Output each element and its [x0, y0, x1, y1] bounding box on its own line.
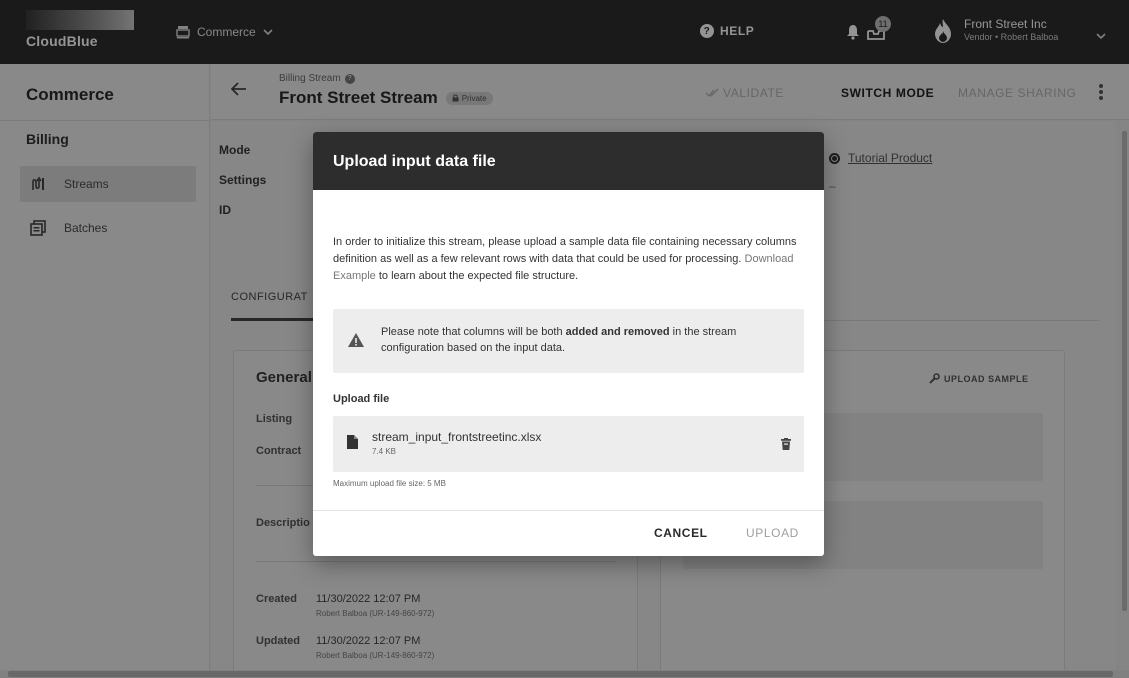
- warning-note: Please note that columns will be both ad…: [333, 309, 804, 373]
- dialog-header: Upload input data file: [313, 132, 824, 190]
- note-text: Please note that columns will be both: [381, 326, 566, 338]
- dialog-footer: CANCEL UPLOAD: [313, 510, 824, 556]
- file-name: stream_input_frontstreetinc.xlsx: [372, 430, 542, 444]
- warning-text: Please note that columns will be both ad…: [381, 324, 781, 356]
- file-size: 7.4 KB: [372, 447, 397, 456]
- dialog-intro: In order to initialize this stream, plea…: [333, 234, 805, 285]
- upload-button[interactable]: UPLOAD: [746, 526, 799, 540]
- delete-icon[interactable]: [781, 437, 791, 455]
- file-icon: [346, 434, 359, 455]
- warning-icon: [347, 332, 365, 353]
- selected-file: stream_input_frontstreetinc.xlsx 7.4 KB: [333, 416, 804, 472]
- upload-file-label: Upload file: [333, 393, 390, 405]
- intro-text: In order to initialize this stream, plea…: [333, 236, 797, 265]
- note-bold-text: added and removed: [565, 326, 670, 338]
- cancel-button[interactable]: CANCEL: [654, 526, 708, 540]
- dialog-title: Upload input data file: [333, 153, 496, 170]
- intro-text-end: to learn about the expected file structu…: [375, 270, 579, 282]
- max-size-hint: Maximum upload file size: 5 MB: [333, 479, 446, 488]
- dialog-body: In order to initialize this stream, plea…: [313, 190, 824, 510]
- upload-dialog: Upload input data file In order to initi…: [313, 132, 824, 556]
